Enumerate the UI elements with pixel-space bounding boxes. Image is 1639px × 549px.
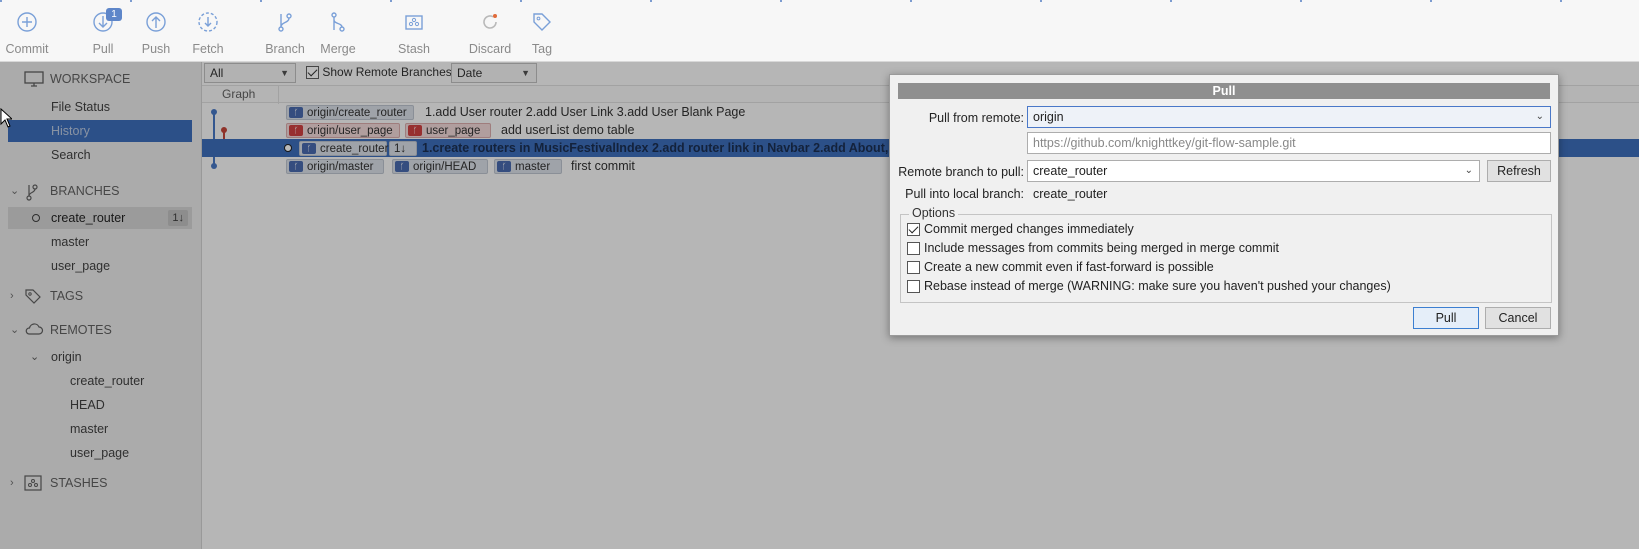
- local-branch-label: Pull into local branch:: [905, 187, 1024, 201]
- option-include-messages[interactable]: Include messages from commits being merg…: [907, 241, 1279, 256]
- pull-dialog: Pull Pull from remote: origin ⌄ https://g…: [889, 74, 1559, 336]
- pull-badge: 1: [106, 8, 122, 21]
- push-label: Push: [141, 42, 171, 56]
- remote-select[interactable]: origin ⌄: [1027, 106, 1551, 128]
- discard-label: Discard: [468, 42, 512, 56]
- fetch-label: Fetch: [192, 42, 224, 56]
- fetch-button[interactable]: Fetch: [181, 10, 235, 58]
- option-label: Create a new commit even if fast-forward…: [924, 260, 1214, 274]
- option-rebase[interactable]: Rebase instead of merge (WARNING: make s…: [907, 279, 1391, 294]
- checkbox[interactable]: [907, 242, 920, 256]
- mouse-cursor-icon: [0, 108, 12, 128]
- remote-value: origin: [1033, 110, 1064, 124]
- sourcetree-window: Commit 1 Pull Push Fetch Branch Merge St…: [0, 0, 1639, 549]
- remote-url-field: https://github.com/knighttkey/git-flow-s…: [1027, 132, 1551, 154]
- local-branch-value: create_router: [1033, 187, 1108, 201]
- discard-button[interactable]: Discard: [463, 10, 517, 58]
- tag-label: Tag: [531, 42, 553, 56]
- commit-button[interactable]: Commit: [0, 10, 54, 58]
- branch-icon: [278, 13, 292, 32]
- option-label: Include messages from commits being merg…: [924, 241, 1279, 255]
- push-button[interactable]: Push: [129, 10, 183, 58]
- checkbox-checked[interactable]: [907, 223, 920, 237]
- merge-icon: [331, 12, 345, 32]
- stash-label: Stash: [398, 42, 430, 56]
- toolbar: Commit 1 Pull Push Fetch Branch Merge St…: [0, 0, 1639, 62]
- merge-button[interactable]: Merge: [311, 10, 365, 58]
- pull-confirm-button[interactable]: Pull: [1413, 307, 1479, 329]
- chevron-down-icon: ⌄: [1535, 111, 1544, 122]
- stash-button[interactable]: Stash: [387, 10, 441, 58]
- stash-icon: [405, 15, 423, 30]
- plus-circle-icon: [17, 12, 37, 32]
- cancel-button[interactable]: Cancel: [1485, 307, 1551, 329]
- remote-url: https://github.com/knighttkey/git-flow-s…: [1033, 136, 1296, 150]
- discard-icon: [483, 14, 497, 29]
- pull-label: Pull: [92, 42, 114, 56]
- options-group: Options Commit merged changes immediatel…: [900, 206, 1552, 303]
- option-label: Commit merged changes immediately: [924, 222, 1134, 236]
- branch-button[interactable]: Branch: [258, 10, 312, 58]
- commit-label: Commit: [5, 42, 49, 56]
- remote-branch-label: Remote branch to pull:: [898, 165, 1024, 179]
- remote-branch-value: create_router: [1033, 164, 1108, 178]
- option-no-fast-forward[interactable]: Create a new commit even if fast-forward…: [907, 260, 1214, 275]
- title-strip: [0, 0, 1639, 2]
- option-label: Rebase instead of merge (WARNING: make s…: [924, 279, 1391, 293]
- tag-icon: [533, 13, 551, 31]
- branch-label: Branch: [265, 42, 305, 56]
- merge-label: Merge: [320, 42, 356, 56]
- checkbox[interactable]: [907, 280, 920, 294]
- pull-from-label: Pull from remote:: [928, 111, 1024, 125]
- checkbox[interactable]: [907, 261, 920, 275]
- push-up-icon: [146, 12, 166, 32]
- dialog-title: Pull: [898, 83, 1550, 99]
- tag-button[interactable]: Tag: [515, 10, 569, 58]
- remote-branch-select[interactable]: create_router ⌄: [1027, 160, 1480, 182]
- option-commit-immediately[interactable]: Commit merged changes immediately: [907, 222, 1134, 237]
- options-legend: Options: [909, 206, 959, 220]
- fetch-icon: [198, 12, 218, 32]
- chevron-down-icon: ⌄: [1464, 165, 1473, 176]
- pull-button[interactable]: 1 Pull: [76, 8, 130, 58]
- refresh-button[interactable]: Refresh: [1487, 160, 1551, 182]
